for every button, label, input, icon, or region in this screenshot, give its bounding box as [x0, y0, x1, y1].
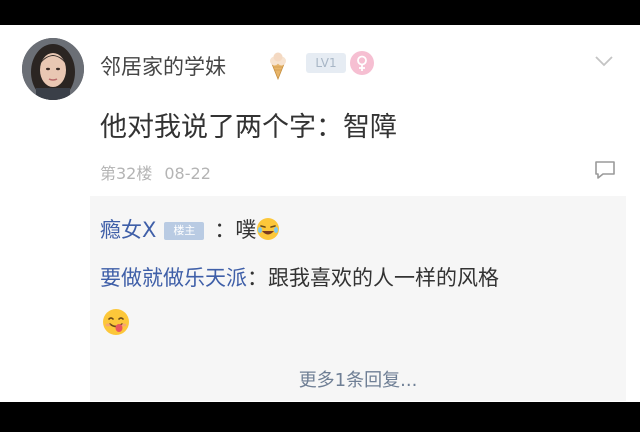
floor-number: 第32楼 [100, 164, 153, 183]
avatar[interactable] [22, 38, 84, 100]
reply-item: 要做就做乐天派：跟我喜欢的人一样的风格 [100, 262, 499, 292]
ice-cream-icon [270, 52, 286, 80]
reply-separator: ： [247, 266, 268, 290]
reply-author-link[interactable]: 要做就做乐天派 [100, 266, 247, 290]
laugh-cry-emoji [257, 218, 280, 240]
avatar-image [22, 38, 84, 100]
reply-text: 噗 [235, 218, 257, 242]
comment-card: 邻居家的学妹 LV1 他对我说了两个字：智障 第32楼 08-22 瘾女X 楼主 ：噗 [0, 25, 640, 402]
female-icon [350, 51, 374, 75]
post-date: 08-22 [164, 164, 211, 183]
reply-separator: ： [214, 218, 236, 242]
tongue-emoji [103, 309, 129, 335]
female-symbol [357, 55, 367, 71]
comment-icon[interactable] [594, 160, 616, 180]
chevron-down-icon[interactable] [594, 55, 614, 67]
more-replies-link[interactable]: 更多1条回复... [90, 366, 626, 392]
level-badge: LV1 [306, 53, 346, 73]
reply-item: 瘾女X 楼主 ：噗 [100, 214, 280, 244]
username[interactable]: 邻居家的学妹 [100, 51, 226, 81]
reply-author-link[interactable]: 瘾女X [100, 218, 156, 242]
reply-list: 瘾女X 楼主 ：噗 要做就做乐天派：跟我喜欢的人一样的风格 更多1条回复... [90, 196, 626, 401]
reply-text: 跟我喜欢的人一样的风格 [268, 266, 499, 290]
post-text: 他对我说了两个字：智障 [100, 112, 397, 143]
op-badge: 楼主 [164, 222, 205, 240]
post-meta: 第32楼 08-22 [100, 160, 211, 184]
